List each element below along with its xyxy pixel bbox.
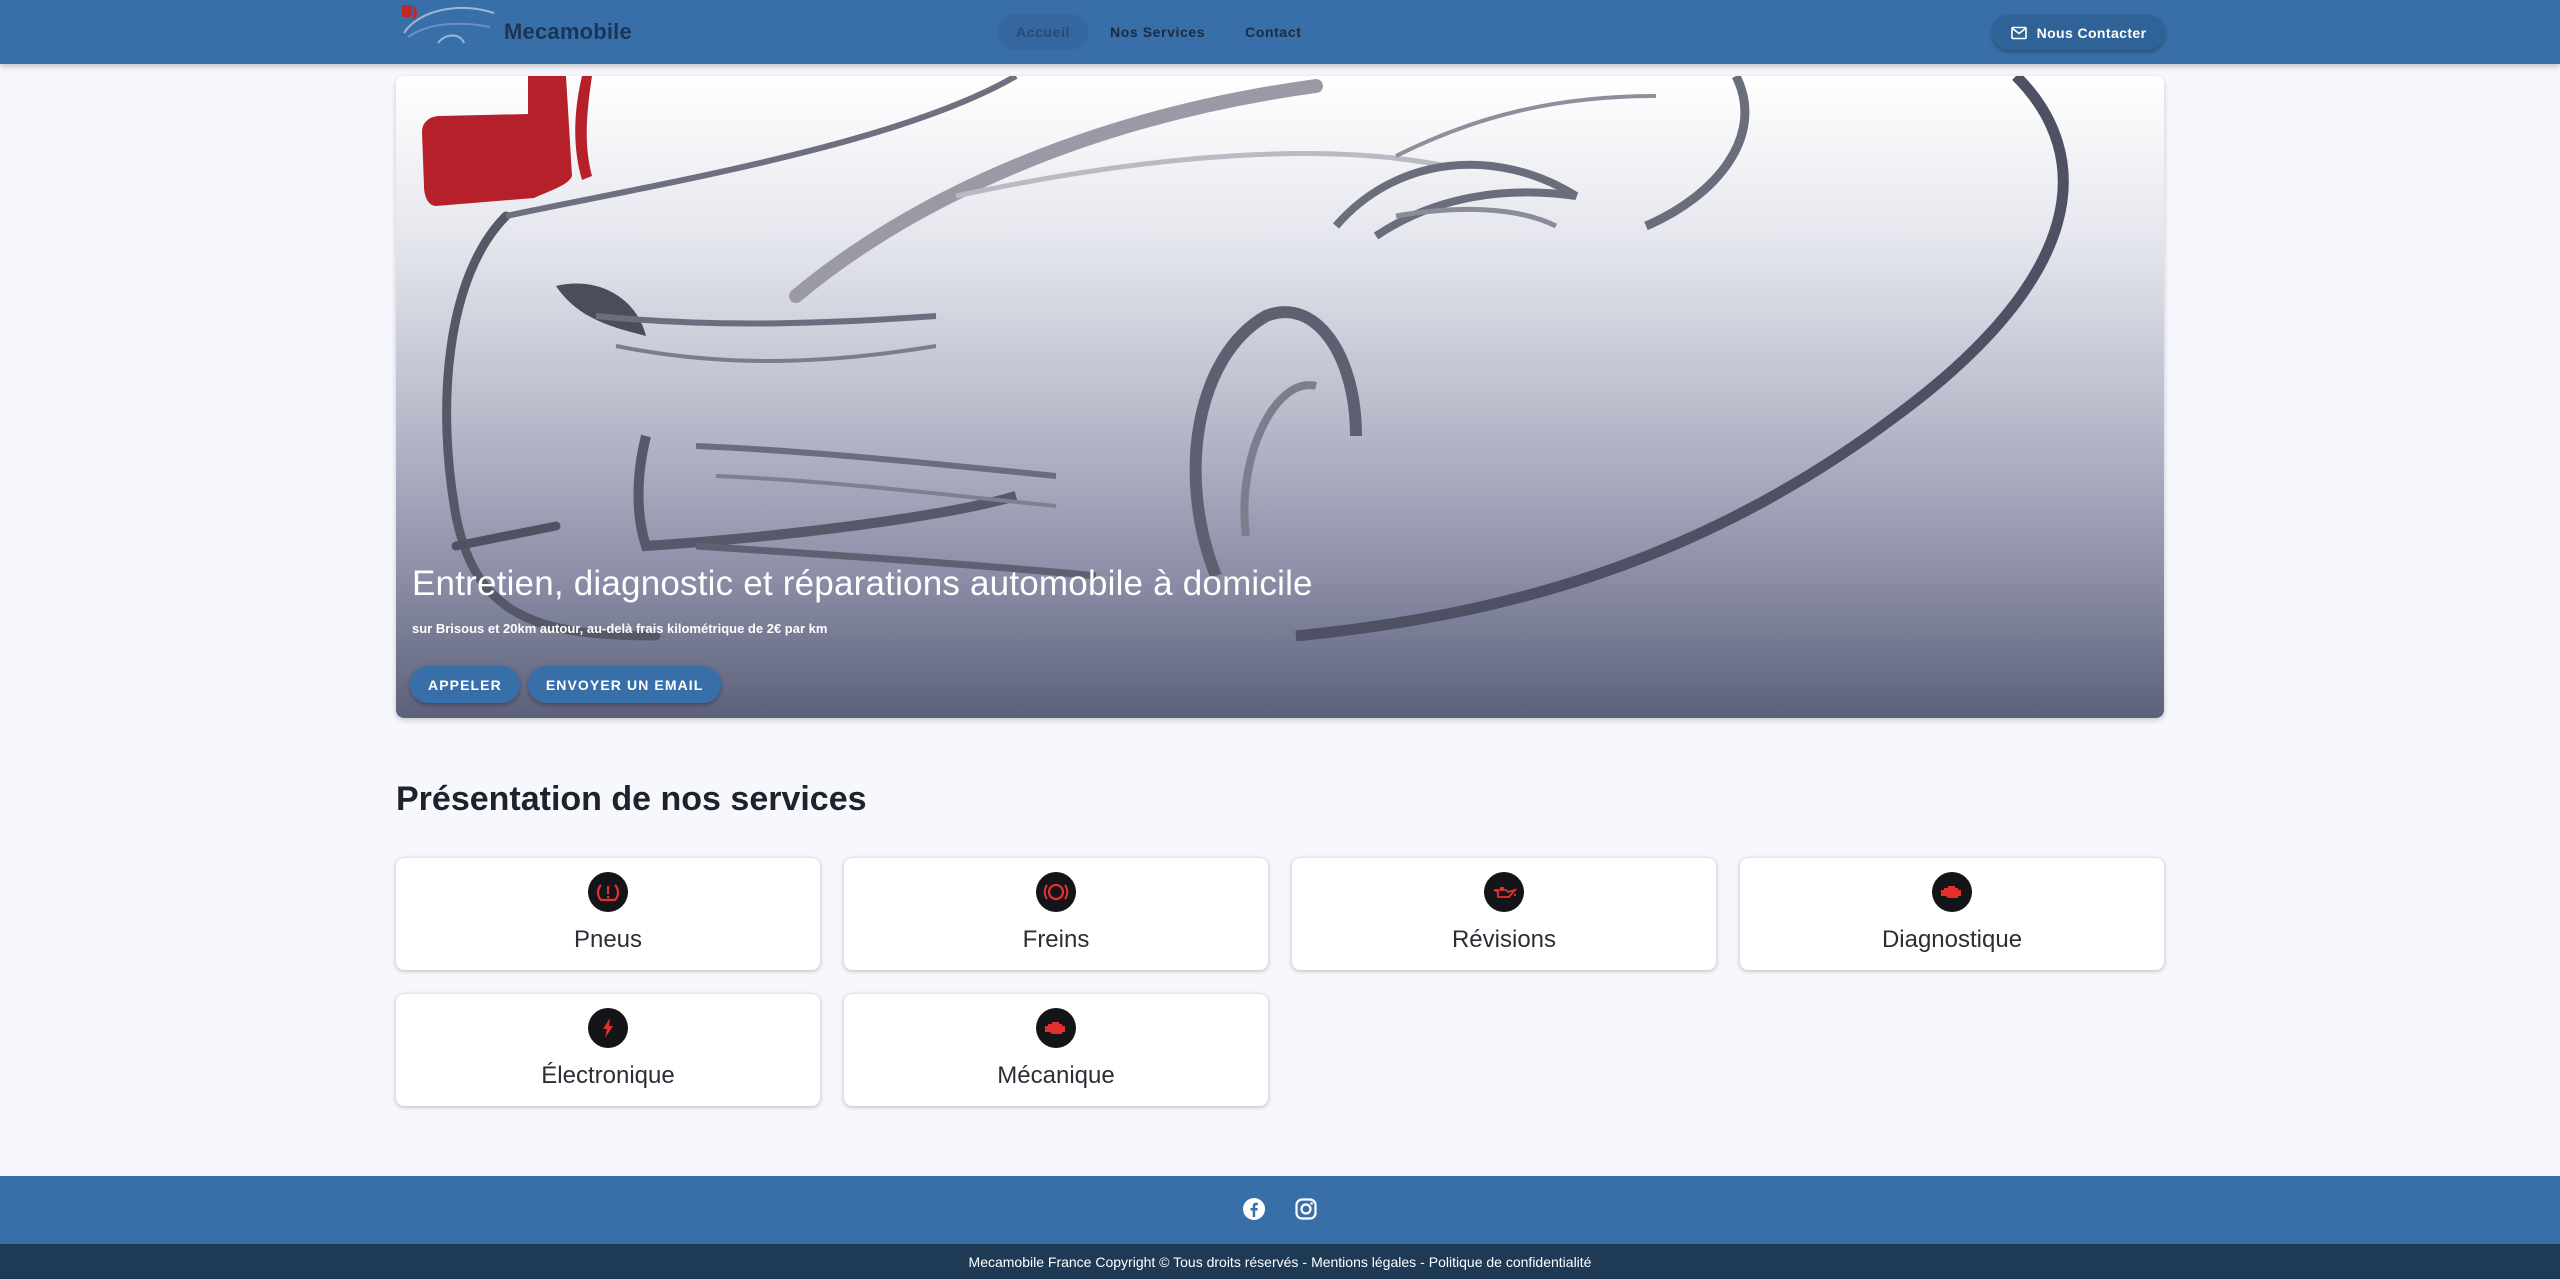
- service-card-electronique[interactable]: Électronique: [396, 994, 820, 1106]
- privacy-policy-link[interactable]: Politique de confidentialité: [1429, 1254, 1592, 1270]
- hero-actions: APPELER ENVOYER UN EMAIL: [410, 666, 729, 703]
- hero-title: Entretien, diagnostic et réparations aut…: [412, 564, 1313, 603]
- separator: -: [1302, 1253, 1308, 1270]
- service-card-diagnostique[interactable]: Diagnostique: [1740, 858, 2164, 970]
- logo[interactable]: Mecamobile: [398, 0, 632, 64]
- top-app-bar: Mecamobile Accueil Nos Services Contact …: [0, 0, 2560, 64]
- hero-banner: Entretien, diagnostic et réparations aut…: [396, 76, 2164, 718]
- brand-name: Mecamobile: [504, 19, 632, 44]
- brake-warning-icon: [1036, 872, 1076, 912]
- services-title: Présentation de nos services: [396, 780, 867, 818]
- service-card-revisions[interactable]: Révisions: [1292, 858, 1716, 970]
- nav-contact[interactable]: Contact: [1227, 14, 1319, 50]
- hero-subtitle: sur Brisous et 20km autour, au-delà frai…: [412, 621, 828, 636]
- call-button[interactable]: APPELER: [410, 666, 520, 703]
- nav-nos-services[interactable]: Nos Services: [1092, 14, 1223, 50]
- service-label: Pneus: [573, 926, 643, 953]
- service-card-pneus[interactable]: Pneus: [396, 858, 820, 970]
- service-label: Freins: [1022, 926, 1090, 953]
- service-label: Diagnostique: [1881, 926, 2023, 953]
- footer-copyright-bar: Mecamobile France Copyright © Tous droit…: [0, 1244, 2560, 1279]
- facebook-icon[interactable]: [1241, 1196, 1267, 1222]
- service-label: Révisions: [1451, 926, 1557, 953]
- engine-icon: [1932, 872, 1972, 912]
- tire-pressure-icon: [588, 872, 628, 912]
- send-email-button[interactable]: ENVOYER UN EMAIL: [527, 666, 722, 703]
- service-card-freins[interactable]: Freins: [844, 858, 1268, 970]
- footer: Mecamobile France Copyright © Tous droit…: [0, 1176, 2560, 1279]
- car-logo-icon: [402, 5, 495, 44]
- main-nav: Accueil Nos Services Contact: [998, 14, 1323, 50]
- copyright-text: Mecamobile France Copyright © Tous droit…: [968, 1253, 1299, 1270]
- lightning-icon: [588, 1008, 628, 1048]
- legal-notice-link[interactable]: Mentions légales: [1311, 1254, 1416, 1270]
- service-card-mecanique[interactable]: Mécanique: [844, 994, 1268, 1106]
- instagram-icon[interactable]: [1293, 1196, 1319, 1222]
- service-label: Mécanique: [997, 1062, 1115, 1089]
- engine-icon: [1036, 1008, 1076, 1048]
- nav-accueil[interactable]: Accueil: [998, 14, 1088, 50]
- separator: -: [1420, 1253, 1425, 1270]
- mail-icon: [2010, 26, 2027, 39]
- oil-can-icon: [1484, 872, 1524, 912]
- contact-us-button[interactable]: Nous Contacter: [1992, 15, 2165, 50]
- contact-us-label: Nous Contacter: [2036, 24, 2147, 41]
- service-label: Électronique: [541, 1062, 675, 1089]
- social-links: [0, 1196, 2560, 1222]
